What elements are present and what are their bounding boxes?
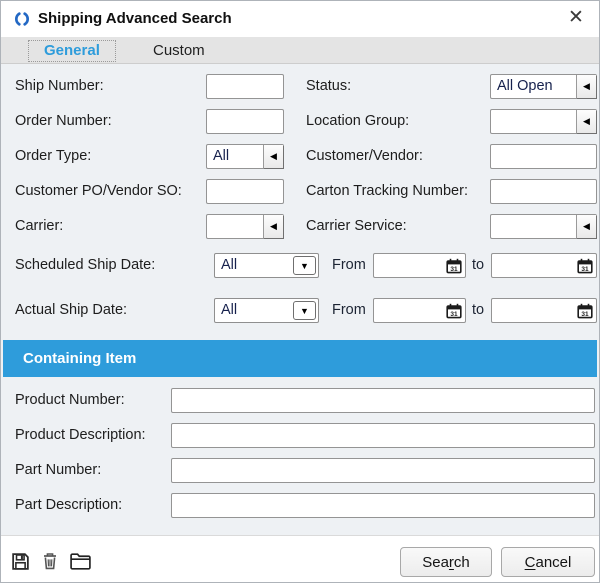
status-label: Status: — [306, 78, 352, 94]
actual-ship-date-label: Actual Ship Date: — [15, 302, 128, 318]
product-description-field — [171, 423, 595, 448]
ship-number-input[interactable] — [206, 74, 284, 99]
customer-vendor-field — [490, 144, 597, 169]
window-title: Shipping Advanced Search — [38, 10, 232, 27]
product-description-input[interactable] — [171, 423, 595, 448]
carrier-combo[interactable]: ◀ — [206, 214, 284, 239]
customer-po-vendor-so-field — [206, 179, 284, 204]
actual-from-date-field: 31 — [373, 298, 466, 323]
status-combo-arrow-icon[interactable]: ◀ — [576, 75, 596, 98]
shipping-advanced-search-dialog: Shipping Advanced Search ✕ General Custo… — [0, 0, 600, 583]
svg-text:31: 31 — [581, 266, 589, 273]
search-button-label: Search — [422, 553, 470, 571]
scheduled-from-date-input[interactable] — [374, 254, 446, 277]
order-type-value: All — [213, 148, 230, 164]
cancel-button-label: Cancel — [524, 553, 572, 571]
order-type-combo-arrow-icon[interactable]: ◀ — [263, 145, 283, 168]
scheduled-ship-date-dropdown-arrow-icon[interactable]: ▼ — [293, 256, 316, 275]
app-logo-icon — [15, 12, 29, 26]
scheduled-to-label: to — [472, 257, 485, 273]
footer-bar: Search Cancel — [1, 535, 599, 582]
order-type-combo[interactable]: All ◀ — [206, 144, 284, 169]
svg-text:31: 31 — [450, 311, 458, 318]
containing-item-header: Containing Item — [3, 340, 597, 377]
delete-search-button[interactable] — [38, 549, 62, 573]
actual-from-date-input[interactable] — [374, 299, 446, 322]
search-button[interactable]: Search — [400, 547, 492, 577]
carton-tracking-number-field — [490, 179, 597, 204]
actual-to-date-field: 31 — [491, 298, 597, 323]
scheduled-from-label: From — [332, 257, 366, 273]
product-number-input[interactable] — [171, 388, 595, 413]
save-search-button[interactable] — [8, 549, 32, 573]
save-icon — [11, 552, 29, 570]
tab-custom[interactable]: Custom — [153, 42, 205, 59]
folder-icon — [69, 552, 91, 570]
part-description-field — [171, 493, 595, 518]
order-number-label: Order Number: — [15, 113, 112, 129]
part-number-field — [171, 458, 595, 483]
carrier-service-combo-arrow-icon[interactable]: ◀ — [576, 215, 596, 238]
product-number-label: Product Number: — [15, 392, 125, 408]
title-bar: Shipping Advanced Search ✕ — [1, 1, 599, 37]
svg-text:31: 31 — [581, 311, 589, 318]
close-icon[interactable]: ✕ — [565, 7, 587, 29]
customer-po-vendor-so-input[interactable] — [206, 179, 284, 204]
carrier-label: Carrier: — [15, 218, 64, 234]
location-group-combo-arrow-icon[interactable]: ◀ — [576, 110, 596, 133]
actual-to-date-input[interactable] — [492, 299, 577, 322]
open-search-button[interactable] — [68, 549, 92, 573]
customer-vendor-input[interactable] — [490, 144, 597, 169]
carrier-service-label: Carrier Service: — [306, 218, 407, 234]
product-description-label: Product Description: — [15, 427, 146, 443]
scheduled-to-date-field: 31 — [491, 253, 597, 278]
cancel-button[interactable]: Cancel — [501, 547, 595, 577]
product-number-field — [171, 388, 595, 413]
scheduled-ship-date-range-value: All — [221, 257, 238, 273]
actual-ship-date-range-value: All — [221, 302, 238, 318]
part-number-input[interactable] — [171, 458, 595, 483]
scheduled-to-calendar-icon[interactable]: 31 — [577, 258, 593, 274]
actual-ship-date-dropdown-arrow-icon[interactable]: ▼ — [293, 301, 316, 320]
part-description-label: Part Description: — [15, 497, 123, 513]
part-description-input[interactable] — [171, 493, 595, 518]
customer-vendor-label: Customer/Vendor: — [306, 148, 423, 164]
order-number-field — [206, 109, 284, 134]
carrier-service-combo[interactable]: ◀ — [490, 214, 597, 239]
scheduled-to-date-input[interactable] — [492, 254, 577, 277]
ship-number-field — [206, 74, 284, 99]
scheduled-from-date-field: 31 — [373, 253, 466, 278]
location-group-label: Location Group: — [306, 113, 410, 129]
actual-ship-date-range-dropdown[interactable]: All ▼ — [214, 298, 319, 323]
general-tab-panel: Ship Number: Status: All Open ◀ Order Nu… — [1, 64, 599, 535]
status-value: All Open — [497, 78, 553, 94]
actual-from-calendar-icon[interactable]: 31 — [446, 303, 462, 319]
trash-icon — [44, 553, 56, 570]
tab-general[interactable]: General — [28, 40, 116, 62]
carton-tracking-number-input[interactable] — [490, 179, 597, 204]
actual-from-label: From — [332, 302, 366, 318]
customer-po-vendor-so-label: Customer PO/Vendor SO: — [15, 183, 182, 199]
scheduled-from-calendar-icon[interactable]: 31 — [446, 258, 462, 274]
tab-strip: General Custom — [1, 37, 599, 64]
carton-tracking-number-label: Carton Tracking Number: — [306, 183, 468, 199]
part-number-label: Part Number: — [15, 462, 102, 478]
svg-text:31: 31 — [450, 266, 458, 273]
order-type-label: Order Type: — [15, 148, 92, 164]
scheduled-ship-date-label: Scheduled Ship Date: — [15, 257, 156, 273]
actual-to-label: to — [472, 302, 485, 318]
actual-to-calendar-icon[interactable]: 31 — [577, 303, 593, 319]
status-combo[interactable]: All Open ◀ — [490, 74, 597, 99]
scheduled-ship-date-range-dropdown[interactable]: All ▼ — [214, 253, 319, 278]
location-group-combo[interactable]: ◀ — [490, 109, 597, 134]
ship-number-label: Ship Number: — [15, 78, 104, 94]
carrier-combo-arrow-icon[interactable]: ◀ — [263, 215, 283, 238]
order-number-input[interactable] — [206, 109, 284, 134]
